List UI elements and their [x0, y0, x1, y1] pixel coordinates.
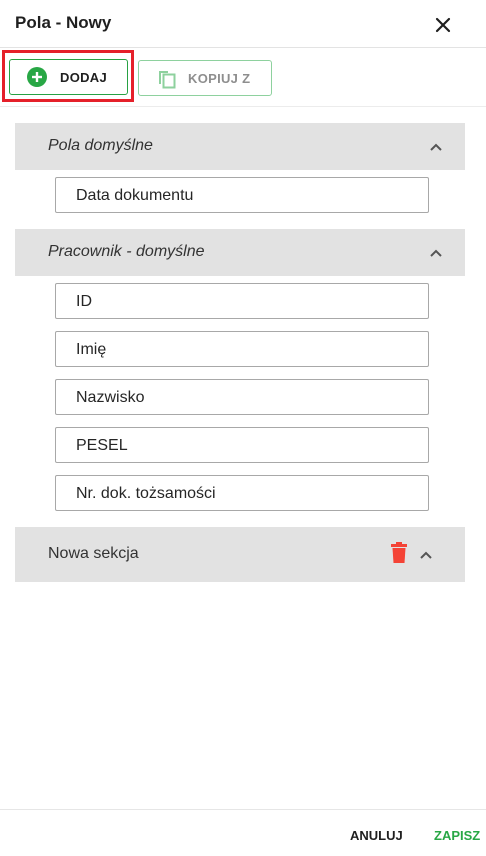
close-icon: [435, 17, 451, 33]
field-item[interactable]: PESEL: [55, 427, 429, 463]
dialog-title: Pola - Nowy: [15, 13, 112, 32]
field-item[interactable]: ID: [55, 283, 429, 319]
section-title: Pracownik - domyślne: [48, 243, 205, 260]
chevron-up-icon[interactable]: [418, 547, 434, 563]
toolbar: DODAJ KOPIUJ Z: [0, 48, 486, 107]
field-label: ID: [76, 293, 92, 310]
field-item[interactable]: Data dokumentu: [55, 177, 429, 213]
copy-from-button[interactable]: KOPIUJ Z: [138, 60, 272, 96]
dialog-footer: ANULUJ ZAPISZ: [0, 809, 486, 856]
field-label: Nr. dok. tożsamości: [76, 485, 216, 502]
cancel-button[interactable]: ANULUJ: [350, 828, 403, 843]
section-header[interactable]: Pola domyślne: [15, 123, 465, 170]
section-header[interactable]: Nowa sekcja: [15, 527, 465, 582]
field-label: Data dokumentu: [76, 187, 194, 204]
section-title: Nowa sekcja: [48, 545, 139, 562]
add-button-label: DODAJ: [60, 70, 108, 85]
trash-icon[interactable]: [390, 542, 408, 564]
save-button[interactable]: ZAPISZ: [434, 828, 480, 843]
chevron-up-icon[interactable]: [428, 245, 444, 261]
section-header[interactable]: Pracownik - domyślne: [15, 229, 465, 276]
copy-from-button-label: KOPIUJ Z: [188, 71, 251, 86]
copy-icon: [159, 71, 176, 89]
add-button[interactable]: DODAJ: [9, 59, 128, 95]
field-label: Imię: [76, 341, 107, 358]
plus-circle-icon: [27, 67, 47, 87]
chevron-up-icon[interactable]: [428, 139, 444, 155]
close-button[interactable]: [430, 12, 456, 38]
field-label: PESEL: [76, 437, 128, 454]
section-title: Pola domyślne: [48, 137, 153, 154]
field-label: Nazwisko: [76, 389, 145, 406]
dialog-header: Pola - Nowy: [0, 0, 486, 48]
field-item[interactable]: Imię: [55, 331, 429, 367]
field-item[interactable]: Nazwisko: [55, 379, 429, 415]
field-item[interactable]: Nr. dok. tożsamości: [55, 475, 429, 511]
